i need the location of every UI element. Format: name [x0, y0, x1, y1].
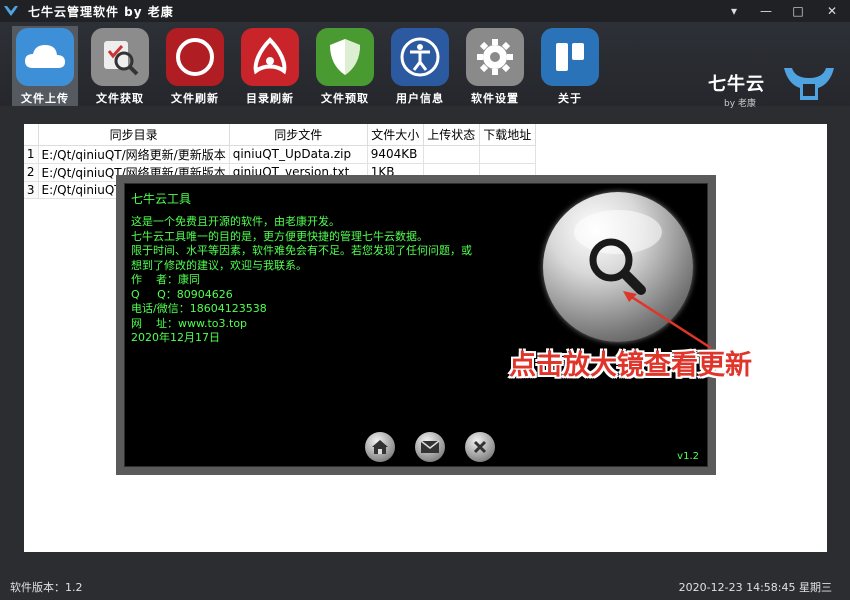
tool-file-refresh[interactable]: 文件刷新	[162, 26, 228, 106]
row-header-corner	[24, 124, 39, 146]
gear-icon	[466, 28, 524, 86]
tool-label: 用户信息	[396, 92, 444, 105]
adobe-air-icon	[241, 28, 299, 86]
tool-label: 关于	[558, 92, 582, 105]
cell-url[interactable]	[479, 145, 536, 164]
close-dialog-button[interactable]	[465, 432, 495, 462]
brand-name: 七牛云	[708, 74, 765, 95]
dialog-line: 电话/微信：18604123538	[131, 302, 267, 315]
home-icon	[372, 440, 388, 454]
status-bar: 软件版本：1.2 2020-12-23 14:58:45 星期三	[0, 572, 850, 600]
qiniu-bull-logo-icon	[780, 64, 838, 107]
tool-label: 目录刷新	[246, 92, 294, 105]
cloud-icon	[16, 28, 74, 86]
row-number: 3	[24, 181, 39, 199]
update-callout: 点击放大镜查看更新	[509, 350, 752, 381]
tool-label: 软件设置	[471, 92, 519, 105]
trello-board-icon	[541, 28, 599, 86]
tool-user-info[interactable]: 用户信息	[387, 26, 453, 106]
datetime: 2020-12-23 14:58:45 星期三	[678, 581, 832, 594]
tool-label: 文件获取	[96, 92, 144, 105]
tool-label: 文件预取	[321, 92, 369, 105]
close-window-button[interactable]: ✕	[814, 0, 850, 22]
software-version: 软件版本：1.2	[10, 581, 83, 594]
mail-button[interactable]	[415, 432, 445, 462]
menu-dropdown-button[interactable]: ▾	[718, 0, 750, 22]
checklist-magnifier-icon	[91, 28, 149, 86]
col-header-sync-dir[interactable]: 同步目录	[38, 124, 230, 146]
col-header-sync-file[interactable]: 同步文件	[229, 124, 368, 146]
accessibility-person-icon	[391, 28, 449, 86]
row-number: 2	[24, 163, 39, 182]
col-header-download-url[interactable]: 下载地址	[479, 124, 536, 146]
cell-size[interactable]: 9404KB	[367, 145, 424, 164]
close-icon	[473, 440, 487, 454]
dialog-line: Q Q：80904626	[131, 287, 233, 301]
cell-dir[interactable]: E:/Qt/qiniuQT/网络更新/更新版本	[38, 145, 230, 164]
cell-file[interactable]: qiniuQT_UpData.zip	[229, 145, 368, 164]
dialog-title: 七牛云工具	[131, 192, 192, 206]
dialog-line: 七牛云工具唯一的目的是，更方便更快捷的管理七牛云数据。	[131, 229, 428, 243]
title-bar: 七牛云管理软件 by 老康 ▾ — □ ✕	[0, 0, 850, 22]
minimize-button[interactable]: —	[750, 0, 782, 22]
dialog-line: 网 址：www.to3.top	[131, 316, 248, 330]
tool-settings[interactable]: 软件设置	[462, 26, 528, 106]
cell-status[interactable]	[423, 145, 480, 164]
shield-icon	[316, 28, 374, 86]
dialog-line: 想到了修改的建议，欢迎与我联系。	[131, 258, 307, 272]
window-title: 七牛云管理软件 by 老康	[28, 4, 174, 19]
dialog-text: 这是一个免费且开源的软件，由老康开发。 七牛云工具唯一的目的是，更方便更快捷的管…	[131, 215, 472, 346]
home-button[interactable]	[365, 432, 395, 462]
about-dialog-panel: 七牛云工具 这是一个免费且开源的软件，由老康开发。 七牛云工具唯一的目的是，更方…	[124, 183, 752, 467]
dialog-line: 作 者：康同	[131, 273, 200, 286]
main-toolbar: 文件上传 文件获取 文件刷新 目录刷新 文件预取 用户信息 软件设置 关于 七牛…	[0, 22, 850, 109]
dialog-line: 2020年12月17日	[131, 331, 220, 344]
tool-file-prefetch[interactable]: 文件预取	[312, 26, 378, 106]
mail-icon	[420, 440, 440, 453]
about-dialog: 七牛云工具 这是一个免费且开源的软件，由老康开发。 七牛云工具唯一的目的是，更方…	[116, 175, 752, 475]
version-label: v1.2	[677, 451, 699, 462]
table-row[interactable]: 1 E:/Qt/qiniuQT/网络更新/更新版本 qiniuQT_UpData…	[24, 145, 536, 164]
col-header-upload-status[interactable]: 上传状态	[423, 124, 480, 146]
tool-file-upload[interactable]: 文件上传	[12, 26, 78, 106]
dialog-line: 这是一个免费且开源的软件，由老康开发。	[131, 215, 340, 228]
tool-label: 文件刷新	[171, 92, 219, 105]
dialog-line: 限于时间、水平等因素，软件难免会有不足。若您发现了任何问题，或	[131, 244, 472, 257]
qiniu-logo-icon	[0, 0, 22, 22]
tool-about[interactable]: 关于	[537, 26, 603, 106]
tool-file-fetch[interactable]: 文件获取	[87, 26, 153, 106]
tool-label: 文件上传	[21, 92, 69, 105]
tool-dir-refresh[interactable]: 目录刷新	[237, 26, 303, 106]
maximize-button[interactable]: □	[782, 0, 814, 22]
row-number: 1	[24, 145, 39, 164]
record-ring-icon	[166, 28, 224, 86]
brand-author: by 老康	[724, 99, 756, 109]
brand-area: 七牛云 by 老康	[702, 46, 842, 116]
col-header-file-size[interactable]: 文件大小	[367, 124, 424, 146]
